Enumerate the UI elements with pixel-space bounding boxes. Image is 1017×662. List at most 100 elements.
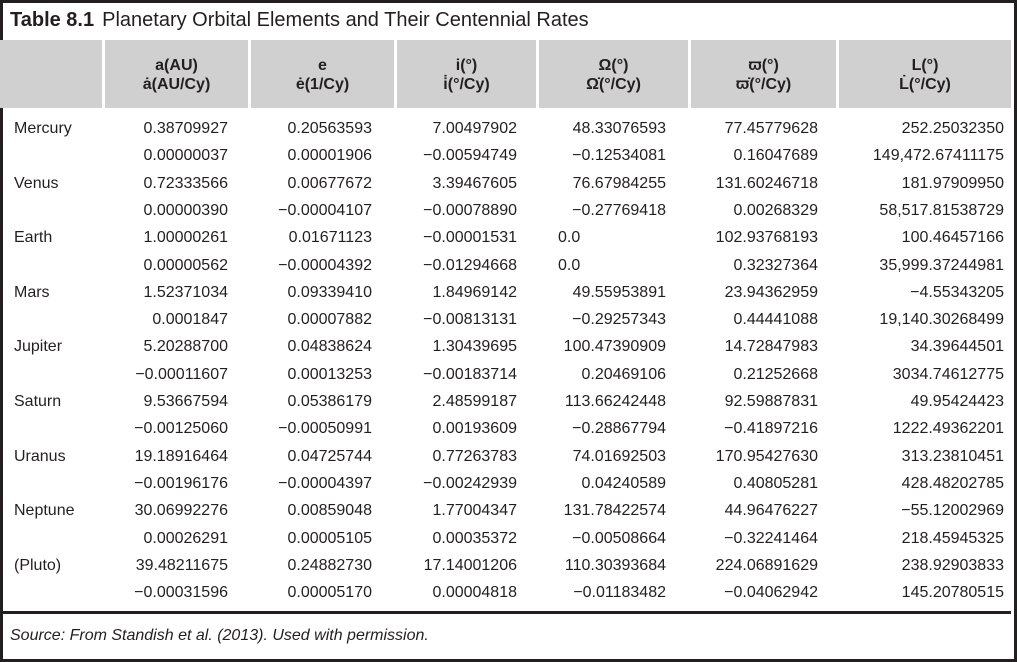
planet-name: Earth: [14, 229, 53, 247]
element-mean-longitude: −55.12002969: [901, 502, 1004, 520]
table-header: a(AU) ȧ(AU/Cy) e ė(1/Cy) i(°) i̇(°/Cy) Ω(°) Ω̇(…: [0, 40, 1011, 108]
header-label: a(AU) ȧ(AU/Cy): [105, 56, 248, 94]
element-semi-major-axis: 5.20288700: [143, 338, 228, 356]
element-perihelion-longitude: 224.06891629: [715, 556, 818, 574]
rate-eccentricity: −0.00004397: [278, 474, 372, 492]
element-ascending-node: 48.33076593: [572, 120, 666, 137]
rate-mean-longitude: 145.20780515: [901, 584, 1004, 602]
element-eccentricity: 0.01671123: [288, 229, 372, 247]
rate-semi-major-axis: −0.00125060: [134, 420, 228, 438]
rate-eccentricity: −0.00004392: [278, 256, 372, 274]
rate-ascending-node: −0.27769418: [572, 201, 666, 219]
rate-perihelion-longitude: 0.32327364: [733, 256, 818, 274]
header-element-label: Ω(°): [598, 57, 629, 74]
element-perihelion-longitude: 131.60246718: [715, 174, 818, 192]
rate-perihelion-longitude: 0.44441088: [733, 311, 818, 329]
element-semi-major-axis: 19.18916464: [134, 447, 228, 465]
rate-eccentricity: 0.00007882: [287, 311, 372, 329]
rate-perihelion-longitude: −0.32241464: [724, 529, 818, 547]
element-eccentricity: 0.04838624: [287, 338, 372, 356]
rate-eccentricity: 0.00005170: [287, 584, 372, 602]
element-perihelion-longitude: 23.94362959: [724, 283, 818, 301]
rate-eccentricity: 0.00013253: [287, 365, 372, 383]
rate-mean-longitude: 3034.74612775: [892, 365, 1004, 383]
rate-mean-longitude: 428.48202785: [901, 474, 1004, 492]
header-label: L(°) L̇(°/Cy): [839, 56, 1011, 94]
header-rate-label: ȧ(AU/Cy): [142, 76, 211, 93]
element-semi-major-axis: 30.06992276: [134, 502, 228, 520]
rate-semi-major-axis: 0.00000562: [143, 256, 228, 274]
planet-name: Venus: [14, 174, 59, 192]
element-inclination: 2.48599187: [432, 393, 517, 410]
element-eccentricity: 0.24882730: [287, 556, 372, 574]
element-semi-major-axis: 39.48211675: [135, 556, 228, 574]
element-inclination: 0.77263783: [432, 447, 517, 465]
element-ascending-node: 110.30393684: [564, 556, 666, 574]
element-ascending-node: 74.01692503: [572, 447, 666, 465]
element-semi-major-axis: 0.72333566: [143, 174, 228, 192]
element-inclination: 1.30439695: [432, 338, 517, 356]
header-label: e ė(1/Cy): [251, 56, 394, 94]
header-label: i(°) i̇(°/Cy): [397, 56, 536, 94]
rate-ascending-node: −0.00508664: [572, 529, 666, 547]
source-note: Source: From Standish et al. (2013). Use…: [10, 627, 429, 644]
rate-inclination: 0.00193609: [432, 420, 517, 438]
rate-eccentricity: 0.00005105: [287, 529, 372, 547]
rate-ascending-node: 0.04240589: [581, 474, 666, 492]
header-perihelion-longitude: ϖ(°) ϖ̇(°/Cy): [688, 40, 836, 108]
element-eccentricity: 0.20563593: [287, 120, 372, 137]
element-perihelion-longitude: 170.95427630: [715, 447, 818, 465]
table-number: Table 8.1: [10, 9, 95, 31]
table-title: Table 8.1 Planetary Orbital Elements and …: [10, 8, 589, 32]
element-mean-longitude: −4.55343205: [910, 283, 1004, 301]
header-element-label: ϖ(°): [748, 57, 779, 74]
element-perihelion-longitude: 77.45779628: [724, 120, 818, 137]
header-inclination: i(°) i̇(°/Cy): [394, 40, 536, 108]
rate-inclination: 0.00035372: [432, 529, 517, 547]
rate-semi-major-axis: 0.00000037: [143, 147, 228, 165]
element-perihelion-longitude: 102.93768193: [715, 229, 818, 247]
element-ascending-node: 131.78422574: [563, 502, 666, 520]
element-inclination: 1.84969142: [432, 283, 517, 301]
rate-mean-longitude: 149,472.67411175: [872, 147, 1004, 165]
rate-ascending-node: −0.29257343: [572, 311, 666, 329]
rate-inclination: −0.01294668: [423, 256, 517, 274]
element-eccentricity: 0.04725744: [287, 447, 372, 465]
rate-eccentricity: −0.00050991: [278, 420, 372, 438]
element-semi-major-axis: 9.53667594: [143, 393, 228, 410]
planet-name: Jupiter: [14, 338, 63, 356]
header-label: Ω(°) Ω̇(°/Cy): [539, 56, 688, 94]
rate-perihelion-longitude: 0.00268329: [733, 201, 818, 219]
header-element-label: e: [318, 57, 327, 74]
element-mean-longitude: 313.23810451: [901, 447, 1004, 465]
rate-semi-major-axis: −0.00011607: [135, 365, 228, 383]
header-semi-major-axis: a(AU) ȧ(AU/Cy): [102, 40, 248, 108]
rate-mean-longitude: 218.45945325: [901, 529, 1004, 547]
element-mean-longitude: 100.46457166: [901, 229, 1004, 247]
element-ascending-node: 113.66242448: [564, 393, 666, 410]
rate-ascending-node: 0.20469106: [581, 365, 666, 383]
header-element-label: a(AU): [155, 57, 198, 74]
rate-ascending-node: −0.28867794: [572, 420, 666, 438]
element-eccentricity: 0.09339410: [287, 283, 372, 301]
element-perihelion-longitude: 92.59887831: [724, 393, 818, 410]
element-ascending-node: 49.55953891: [572, 283, 666, 301]
header-rate-label: i̇(°/Cy): [443, 76, 490, 93]
table-caption: Planetary Orbital Elements and Their Cen…: [102, 9, 589, 31]
rate-perihelion-longitude: 0.16047689: [733, 147, 818, 165]
rate-ascending-node: −0.12534081: [572, 147, 666, 165]
header-ascending-node: Ω(°) Ω̇(°/Cy): [536, 40, 688, 108]
rate-semi-major-axis: 0.0001847: [152, 311, 228, 329]
rate-inclination: −0.00594749: [423, 147, 517, 165]
rate-perihelion-longitude: −0.04062942: [724, 584, 818, 602]
element-mean-longitude: 49.95424423: [910, 393, 1004, 410]
element-perihelion-longitude: 44.96476227: [724, 502, 818, 520]
planet-name: Mercury: [14, 120, 72, 137]
bottom-rule: [0, 611, 1011, 614]
header-rate-label: Ω̇(°/Cy): [586, 76, 641, 93]
rate-perihelion-longitude: 0.21252668: [733, 365, 818, 383]
rate-mean-longitude: 19,140.30268499: [879, 311, 1004, 329]
rate-mean-longitude: 58,517.81538729: [879, 201, 1004, 219]
element-mean-longitude: 238.92903833: [901, 556, 1004, 574]
rate-semi-major-axis: −0.00031596: [134, 584, 228, 602]
